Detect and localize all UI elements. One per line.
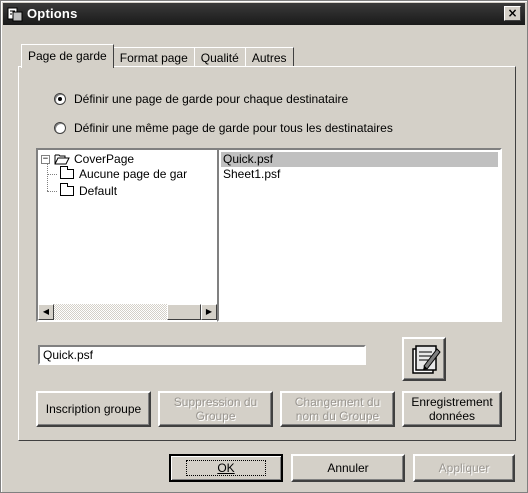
- cover-file-list[interactable]: Quick.psf Sheet1.psf: [217, 148, 502, 322]
- open-folder-icon: [54, 154, 70, 165]
- window-title: Options: [27, 6, 78, 21]
- list-item[interactable]: Quick.psf: [221, 152, 498, 167]
- suppression-groupe-button[interactable]: Suppression du Groupe: [158, 391, 273, 427]
- tab-autres[interactable]: Autres: [244, 47, 294, 67]
- tab-format-page[interactable]: Format page: [112, 47, 195, 67]
- tree-node-label: CoverPage: [74, 152, 135, 166]
- annuler-button[interactable]: Annuler: [291, 454, 405, 482]
- ok-button[interactable]: OK: [169, 454, 283, 482]
- changement-nom-groupe-button[interactable]: Changement du nom du Groupe: [280, 391, 395, 427]
- tree-node-label: Default: [79, 184, 118, 198]
- options-dialog: Options × Page de garde Format page Qual…: [0, 0, 528, 493]
- inscription-groupe-button[interactable]: Inscription groupe: [36, 391, 151, 427]
- radio-label: Définir une page de garde pour chaque de…: [74, 92, 349, 106]
- folder-icon: [60, 183, 74, 196]
- radio-label: Définir une même page de garde pour tous…: [74, 121, 393, 135]
- tab-strip: Page de garde Format page Qualité Autres: [21, 43, 294, 68]
- notepad-edit-icon: [412, 345, 441, 374]
- horizontal-scrollbar[interactable]: ◀ ▶: [38, 304, 217, 320]
- options-app-icon: [7, 7, 23, 22]
- tree-node-label: Aucune page de gar: [79, 167, 188, 181]
- radio-per-recipient[interactable]: Définir une page de garde pour chaque de…: [54, 92, 348, 106]
- tree-line: [47, 174, 57, 175]
- tree-node-aucune[interactable]: Aucune page de gar: [60, 166, 188, 181]
- title-bar[interactable]: Options ×: [3, 3, 525, 25]
- tree-line: [47, 191, 57, 192]
- cover-page-tree[interactable]: − CoverPage Aucune page de gar Default ◀…: [36, 148, 219, 322]
- filename-field[interactable]: Quick.psf: [38, 345, 366, 365]
- edit-cover-button[interactable]: [402, 337, 446, 381]
- collapse-icon[interactable]: −: [41, 154, 50, 164]
- scroll-thumb[interactable]: [167, 304, 201, 320]
- radio-button[interactable]: [54, 122, 66, 134]
- tab-qualite[interactable]: Qualité: [193, 47, 246, 67]
- ok-button-label: OK: [186, 460, 266, 476]
- scroll-right-icon[interactable]: ▶: [201, 304, 217, 320]
- tree-node-default[interactable]: Default: [60, 183, 118, 198]
- tree-line: [47, 164, 48, 191]
- close-button[interactable]: ×: [504, 6, 521, 21]
- radio-button-checked[interactable]: [54, 93, 66, 105]
- tab-page-de-garde[interactable]: Page de garde: [21, 44, 114, 68]
- scroll-left-icon[interactable]: ◀: [38, 304, 54, 320]
- folder-icon: [60, 166, 74, 179]
- appliquer-button[interactable]: Appliquer: [413, 454, 515, 482]
- tree-node-root[interactable]: − CoverPage: [41, 152, 134, 166]
- enregistrement-donnees-button[interactable]: Enregistrement données: [402, 391, 502, 427]
- list-item[interactable]: Sheet1.psf: [221, 167, 498, 182]
- radio-same-for-all[interactable]: Définir une même page de garde pour tous…: [54, 121, 393, 135]
